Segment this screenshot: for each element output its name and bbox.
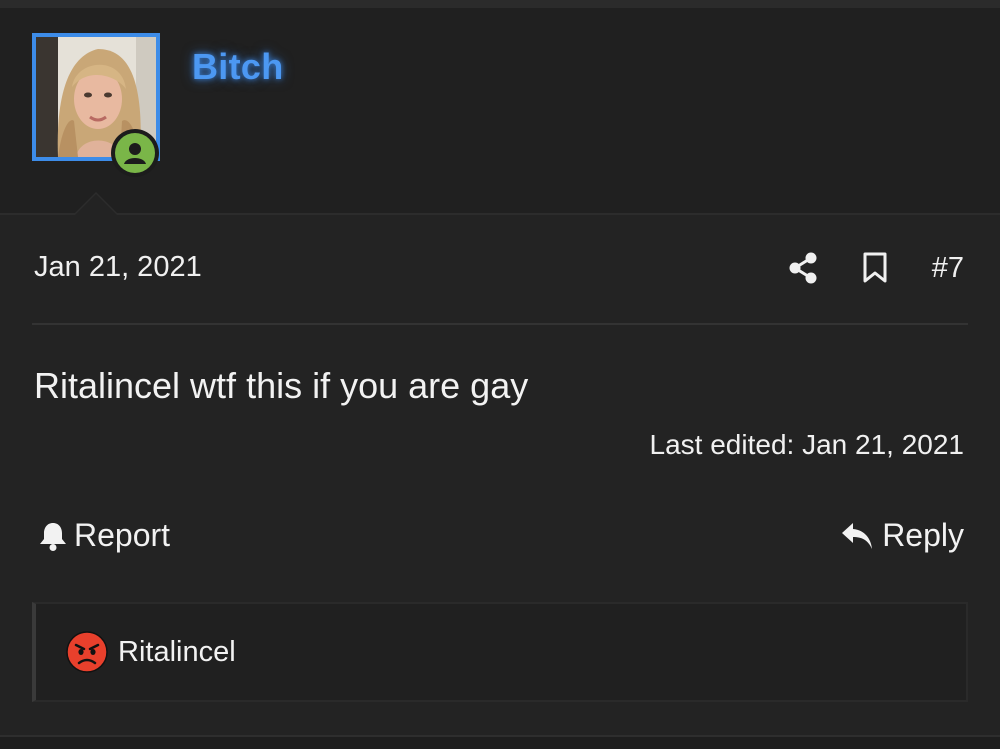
post-date[interactable]: Jan 21, 2021 (34, 251, 202, 284)
share-icon[interactable] (788, 252, 818, 284)
post-message: Ritalincel wtf this if you are gay (34, 365, 529, 406)
divider (32, 323, 968, 325)
angry-face-icon (66, 631, 108, 673)
post-body: Jan 21, 2021 #7 Ritalincel wtf this if y… (0, 215, 1000, 735)
post-number-link[interactable]: #7 (932, 252, 964, 285)
bottom-border (0, 735, 1000, 749)
post-user-header: Bitch (0, 8, 1000, 224)
report-label: Report (74, 517, 171, 553)
username[interactable]: Bitch (192, 46, 284, 88)
bell-icon (40, 522, 66, 551)
reply-label: Reply (882, 517, 964, 553)
report-button[interactable]: Report (38, 517, 170, 554)
post-actions: #7 (788, 251, 964, 285)
last-edited-note: Last edited: Jan 21, 2021 (649, 429, 964, 460)
reply-arrow-icon (842, 522, 873, 549)
bookmark-icon[interactable] (862, 252, 888, 284)
reaction-users[interactable]: Ritalincel (118, 636, 236, 669)
reactions-bar[interactable]: Ritalincel (32, 602, 968, 702)
online-status-badge (111, 129, 159, 177)
top-strip (0, 0, 1000, 8)
reply-button[interactable]: Reply (840, 517, 964, 554)
user-circle-icon (115, 133, 155, 173)
